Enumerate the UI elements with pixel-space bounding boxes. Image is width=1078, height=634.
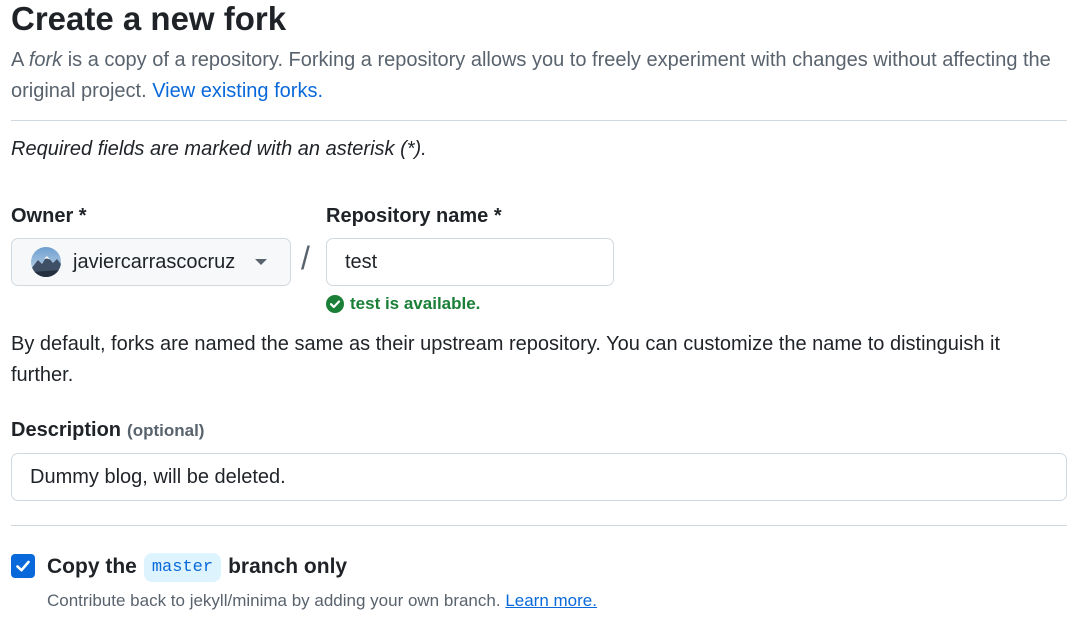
availability-status: test is available. xyxy=(326,294,480,314)
branch-name-code: master xyxy=(143,552,222,582)
view-existing-forks-link[interactable]: View existing forks. xyxy=(152,80,323,102)
description-label: Description xyxy=(11,419,122,441)
copy-branch-help: Contribute back to jekyll/minima by addi… xyxy=(47,591,597,611)
divider-top xyxy=(11,120,1067,121)
learn-more-link[interactable]: Learn more. xyxy=(505,591,597,610)
owner-label: Owner * xyxy=(11,205,87,227)
copy-branch-help-text: Contribute back to jekyll/minima by addi… xyxy=(47,591,501,610)
repository-name-label: Repository name * xyxy=(326,205,502,227)
intro-fork-word: fork xyxy=(28,49,63,71)
checkmark-icon xyxy=(16,560,30,572)
repository-name-input[interactable] xyxy=(326,238,614,286)
intro-text: A fork is a copy of a repository. Forkin… xyxy=(11,45,1051,107)
naming-help-text: By default, forks are named the same as … xyxy=(11,333,1001,386)
required-fields-note: Required fields are marked with an aster… xyxy=(11,138,427,160)
description-optional: (optional) xyxy=(127,421,205,440)
intro-article: A xyxy=(11,49,24,71)
copy-branch-label-before: Copy the xyxy=(47,555,137,578)
divider-bottom xyxy=(11,525,1067,526)
copy-branch-label-after: branch only xyxy=(228,555,348,578)
owner-name: javiercarrascocruz xyxy=(73,250,236,273)
description-input[interactable] xyxy=(11,453,1067,501)
user-avatar-icon xyxy=(31,247,61,277)
owner-select-button[interactable]: javiercarrascocruz xyxy=(11,238,291,286)
chevron-down-icon xyxy=(255,259,268,265)
check-circle-icon xyxy=(326,295,344,313)
copy-branch-checkbox[interactable] xyxy=(11,554,35,578)
description-label-group: Description (optional) xyxy=(11,419,204,442)
owner-repo-separator: / xyxy=(301,240,310,276)
page-title: Create a new fork xyxy=(11,0,287,37)
copy-branch-label[interactable]: Copy the master branch only xyxy=(47,550,347,584)
availability-text: test is available. xyxy=(350,294,481,313)
